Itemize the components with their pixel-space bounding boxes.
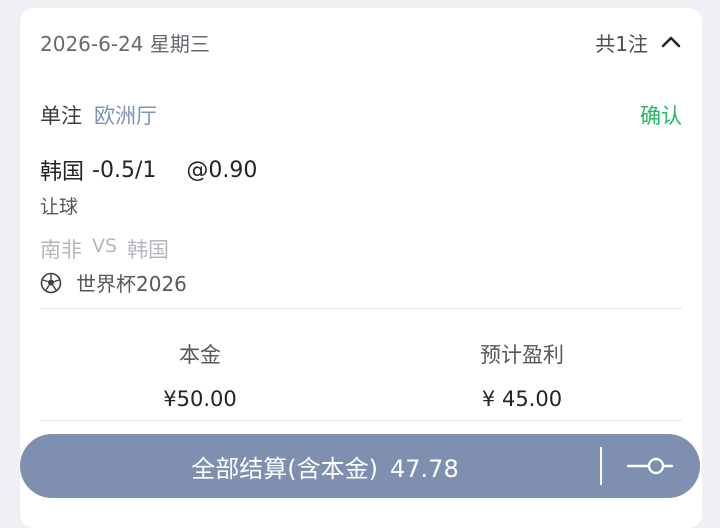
profit-value: ¥ 45.00 — [481, 387, 563, 411]
settle-separator — [600, 447, 602, 485]
vs-label: VS — [92, 235, 118, 257]
stake-value: ¥50.00 — [163, 387, 237, 411]
match-teams: 南非 VS 韩国 — [40, 234, 169, 264]
league-name: 世界杯2026 — [76, 272, 187, 296]
settle-amount: 47.78 — [390, 454, 459, 483]
chevron-up-icon[interactable] — [660, 31, 682, 53]
soccer-ball-icon — [40, 272, 62, 293]
settle-all-button[interactable]: 全部结算(含本金) 47.78 — [20, 434, 700, 498]
divider-top — [40, 308, 682, 309]
bet-count-group[interactable]: 共1注 — [595, 28, 682, 57]
home-team: 南非 — [40, 238, 82, 262]
bet-type-row: 单注 欧洲厅 确认 — [40, 100, 682, 130]
status-badge: 确认 — [640, 104, 682, 128]
handicap-value: -0.5/1 — [92, 157, 157, 183]
bet-type-label: 单注 — [40, 104, 82, 128]
settle-label-group: 全部结算(含本金) 47.78 — [20, 449, 600, 484]
selection-team: 韩国 — [40, 160, 85, 185]
selection-row: 韩国 -0.5/1 @0.90 — [40, 154, 257, 186]
bet-date: 2026-6-24 星期三 — [40, 31, 210, 56]
stake-stat: 本金 ¥50.00 — [40, 338, 360, 416]
venue-label: 欧洲厅 — [94, 104, 157, 128]
bet-header[interactable]: 2026-6-24 星期三 共1注 — [40, 28, 682, 56]
profit-stat: 预计盈利 ¥ 45.00 — [362, 338, 682, 416]
profit-label: 预计盈利 — [480, 343, 564, 367]
settle-label: 全部结算(含本金) — [191, 454, 378, 483]
stake-label: 本金 — [179, 343, 221, 367]
divider-bottom — [40, 420, 682, 421]
away-team: 韩国 — [127, 238, 170, 262]
slider-toggle-icon[interactable] — [626, 455, 674, 477]
bet-count: 共1注 — [595, 31, 648, 56]
odds-value: @0.90 — [186, 157, 258, 183]
league-row: 世界杯2026 — [40, 268, 187, 297]
market-label: 让球 — [40, 196, 79, 218]
